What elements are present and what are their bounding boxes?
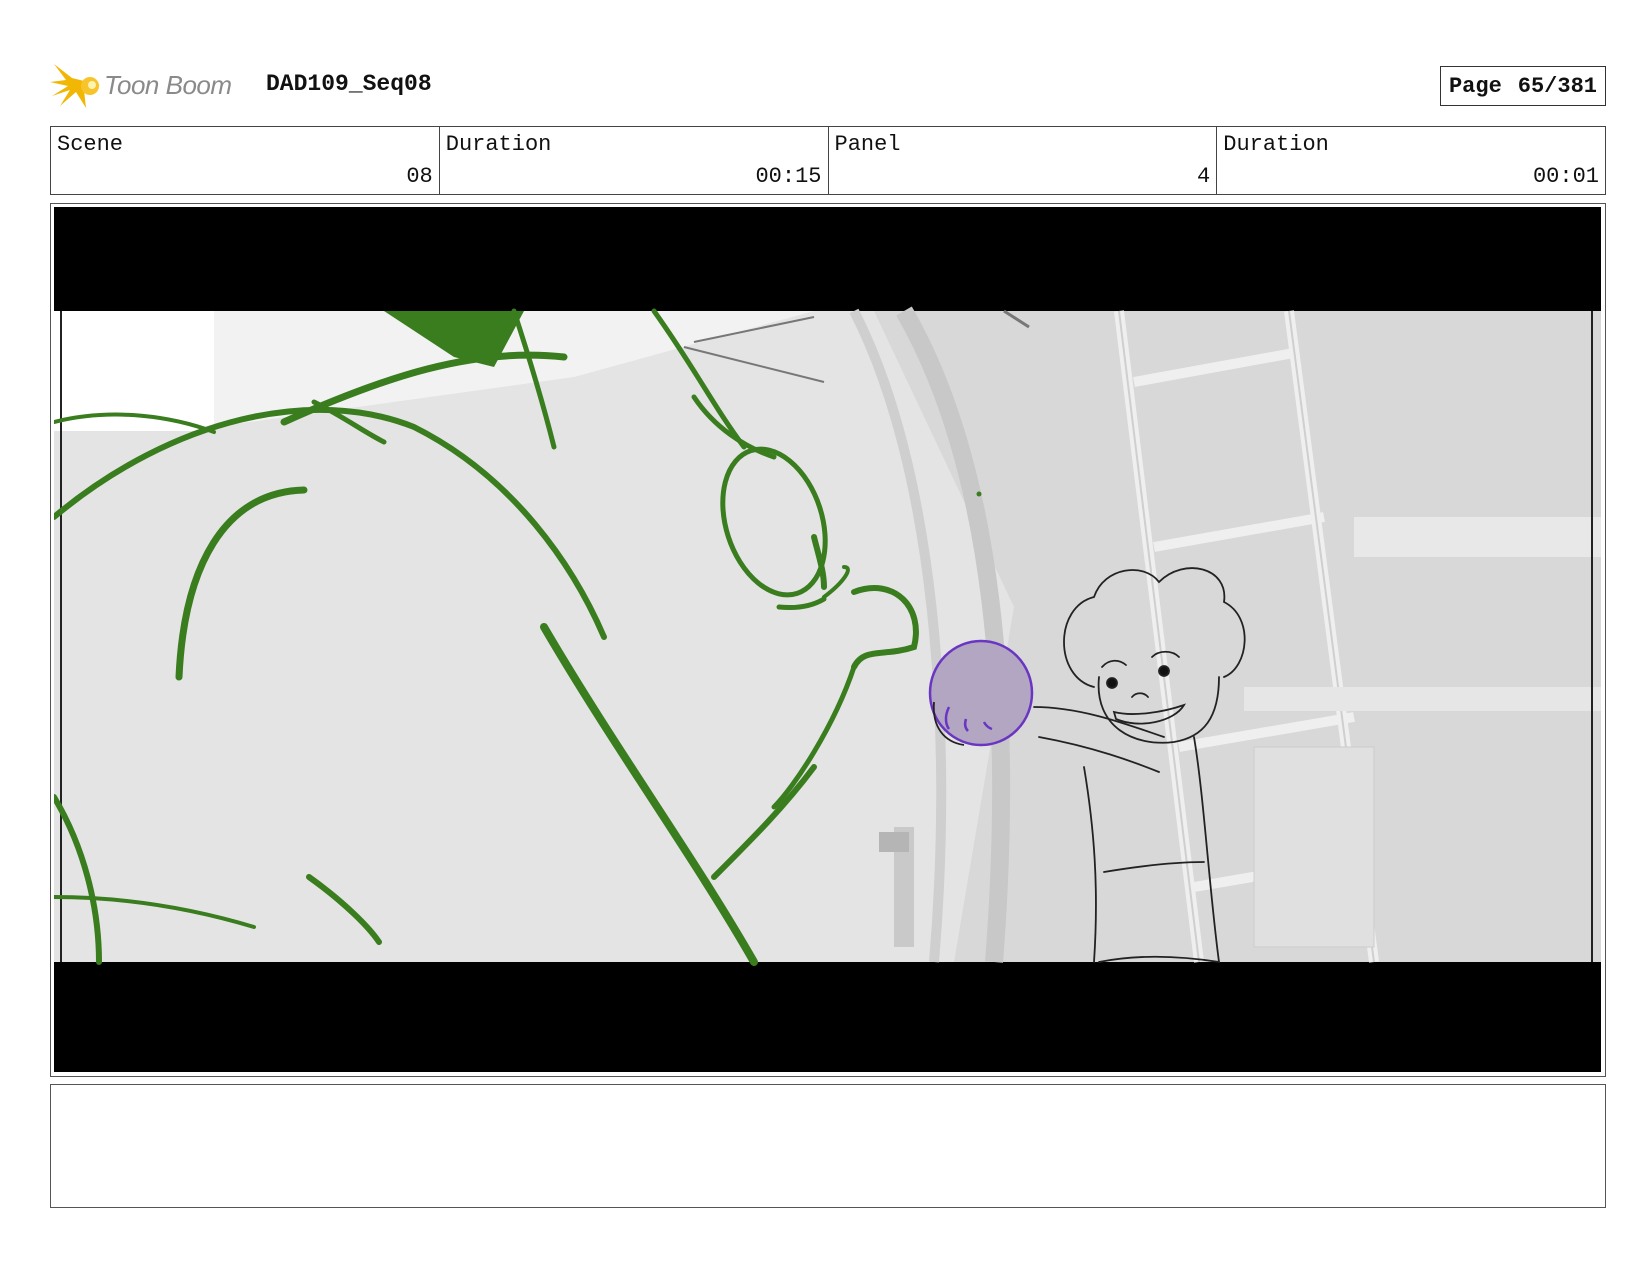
panel-value: 4 <box>1197 164 1211 189</box>
page-label: Page <box>1448 73 1502 99</box>
document-title: DAD109_Seq08 <box>266 71 432 97</box>
panel-label: Panel <box>834 132 901 157</box>
page-number: 65/381 <box>1517 73 1597 99</box>
background-interior <box>54 306 1601 963</box>
logo-text: Toon Boom <box>104 69 232 100</box>
scene-duration-value: 00:15 <box>755 164 822 189</box>
panel-duration-cell: Duration 00:01 <box>1217 127 1605 194</box>
storyboard-panel-image <box>54 207 1601 1072</box>
letterbox-top <box>54 207 1601 311</box>
page-indicator: Page 65/381 <box>1439 66 1606 106</box>
scene-duration-label: Duration <box>445 132 552 157</box>
panel-duration-value: 00:01 <box>1532 164 1599 189</box>
scene-cell: Scene 08 <box>51 127 440 194</box>
scene-value: 08 <box>406 164 433 189</box>
panel-cell: Panel 4 <box>829 127 1218 194</box>
page-header: Toon Boom DAD109_Seq08 Page 65/381 <box>50 58 1606 116</box>
scene-info-table: Scene 08 Duration 00:15 Panel 4 Duration… <box>50 126 1606 195</box>
scene-duration-cell: Duration 00:15 <box>440 127 829 194</box>
purple-orb-sketch <box>928 639 1034 747</box>
letterbox-bottom <box>54 962 1601 1072</box>
panel-sketch <box>54 207 1601 1072</box>
storyboard-panel-frame <box>50 203 1606 1077</box>
toon-boom-burst-icon <box>50 64 100 108</box>
panel-duration-label: Duration <box>1223 132 1329 157</box>
scene-label: Scene <box>57 132 124 157</box>
toon-boom-logo: Toon Boom <box>50 58 232 112</box>
panel-notes-box <box>50 1084 1606 1208</box>
